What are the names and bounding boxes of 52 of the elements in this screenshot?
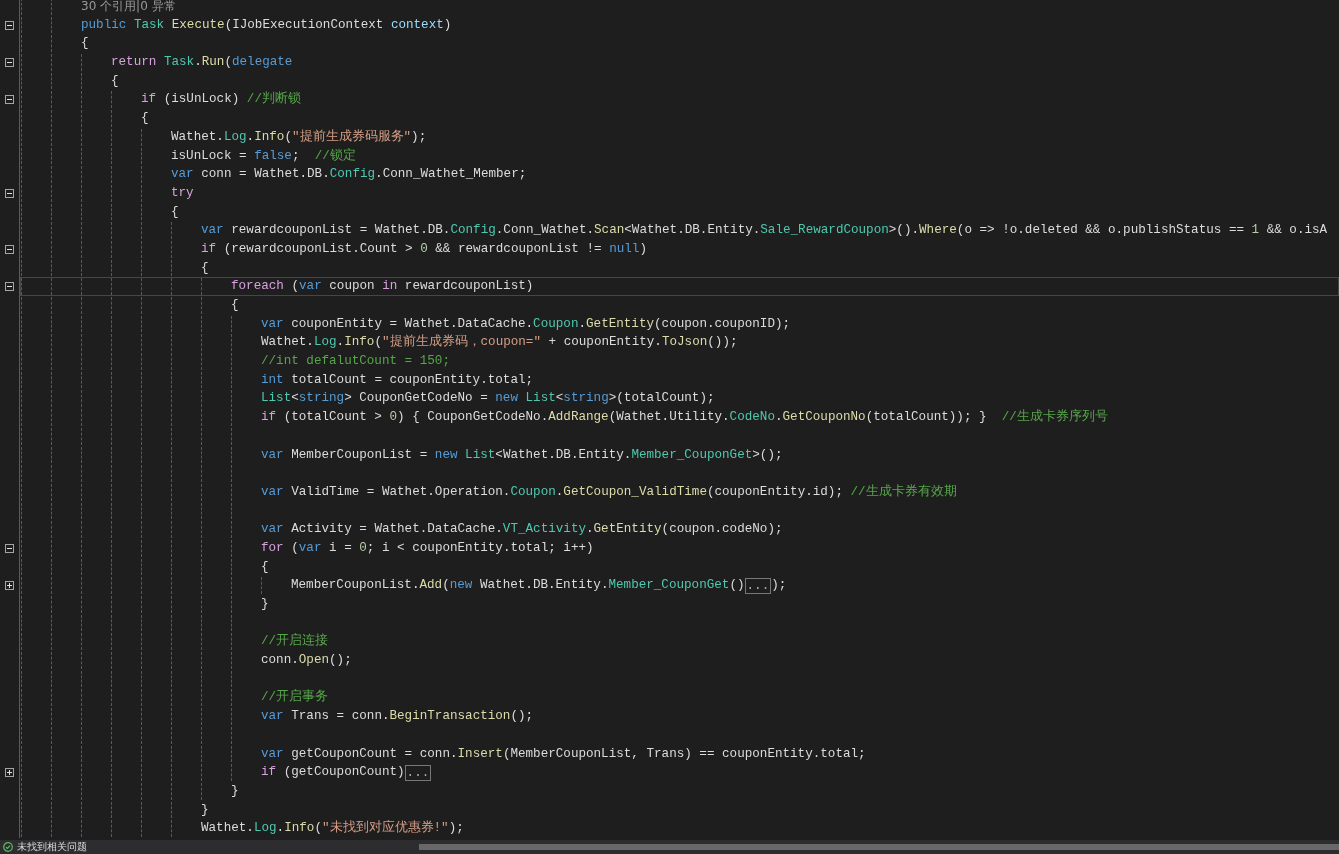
code-line: Wathet.Log.Info("未找到对应优惠券!"); [20, 819, 1339, 838]
codelens-text: 30 个引用|0 异常 [20, 0, 1339, 16]
code-line: var Trans = conn.BeginTransaction(); [20, 707, 1339, 726]
code-line: if (getCouponCount)... [20, 763, 1339, 782]
code-line: isUnLock = false; //锁定 [20, 146, 1339, 166]
code-line: var getCouponCount = conn.Insert(MemberCouponList, Trans) == couponEntity.total; [20, 744, 1339, 764]
collapse-icon[interactable] [5, 282, 14, 292]
collapse-icon[interactable] [5, 244, 14, 254]
collapse-icon[interactable] [5, 543, 14, 553]
code-line: if (totalCount > 0) { CouponGetCodeNo.AddRange(Wathet.Utility.CodeNo.GetCouponNo(totalCount)); } //生成卡券序列号 [20, 408, 1339, 427]
code-line: List<string> CouponGetCodeNo = new List<string>(totalCount); [20, 389, 1339, 409]
horizontal-scrollbar[interactable] [419, 844, 1339, 850]
code-line: { [20, 109, 1339, 128]
code-line: //int defalutCount = 150; [20, 352, 1339, 371]
code-line: var couponEntity = Wathet.DataCache.Coupon.GetEntity(coupon.couponID); [20, 314, 1339, 334]
code-line: var ValidTime = Wathet.Operation.Coupon.GetCoupon_ValidTime(couponEntity.id); //生成卡券有效期 [20, 482, 1339, 502]
collapse-icon[interactable] [5, 188, 14, 198]
code-line: for (var i = 0; i < couponEntity.total; i++) [20, 538, 1339, 558]
code-line: try [20, 183, 1339, 203]
code-line: conn.Open(); [20, 651, 1339, 670]
check-circle-icon [3, 842, 13, 852]
status-message: 未找到相关问题 [17, 841, 87, 853]
expand-icon[interactable] [5, 581, 14, 591]
code-line: var conn = Wathet.DB.Config.Conn_Wathet_Member; [20, 165, 1339, 184]
code-line: } [20, 800, 1339, 820]
code-line: int totalCount = couponEntity.total; [20, 370, 1339, 390]
code-line: { [20, 557, 1339, 577]
code-line: } [20, 595, 1339, 614]
collapse-icon[interactable] [5, 20, 14, 30]
code-line: { [20, 202, 1339, 222]
collapse-icon[interactable] [5, 95, 14, 105]
code-line: var rewardcouponList = Wathet.DB.Config.Conn_Wathet.Scan<Wathet.DB.Entity.Sale_RewardCoupon>().Where(o => !o.deleted && o.publishStatus == 1 && o.isA [20, 221, 1339, 240]
code-line: } [20, 781, 1339, 801]
code-line: Wathet.Log.Info("提前生成券码服务"); [20, 127, 1339, 147]
code-line: //开启连接 [20, 632, 1339, 652]
collapse-icon[interactable] [5, 57, 14, 67]
code-line: //开启事务 [20, 688, 1339, 708]
code-line: public Task Execute(IJobExecutionContext context) [20, 15, 1339, 35]
code-line: var Activity = Wathet.DataCache.VT_Activity.GetEntity(coupon.codeNo); [20, 520, 1339, 539]
code-line: MemberCouponList.Add(new Wathet.DB.Entity.Member_CouponGet()...); [20, 576, 1339, 595]
collapsed-code-button[interactable]: ... [404, 764, 432, 781]
code-line: { [20, 71, 1339, 91]
code-line: { [20, 258, 1339, 278]
code-line: return Task.Run(delegate [20, 53, 1339, 72]
expand-icon[interactable] [5, 768, 14, 778]
code-line: if (isUnLock) //判断锁 [20, 90, 1339, 110]
code-line: if (rewardcouponList.Count > 0 && rewardcouponList != null) [20, 239, 1339, 259]
code-line: { [20, 34, 1339, 54]
code-line: { [20, 296, 1339, 315]
collapsed-code-button[interactable]: ... [744, 577, 772, 594]
code-line: var MemberCouponList = new List<Wathet.DB.Entity.Member_CouponGet>(); [20, 445, 1339, 465]
code-line: Wathet.Log.Info("提前生成券码，coupon=" + couponEntity.ToJson()); [20, 333, 1339, 353]
